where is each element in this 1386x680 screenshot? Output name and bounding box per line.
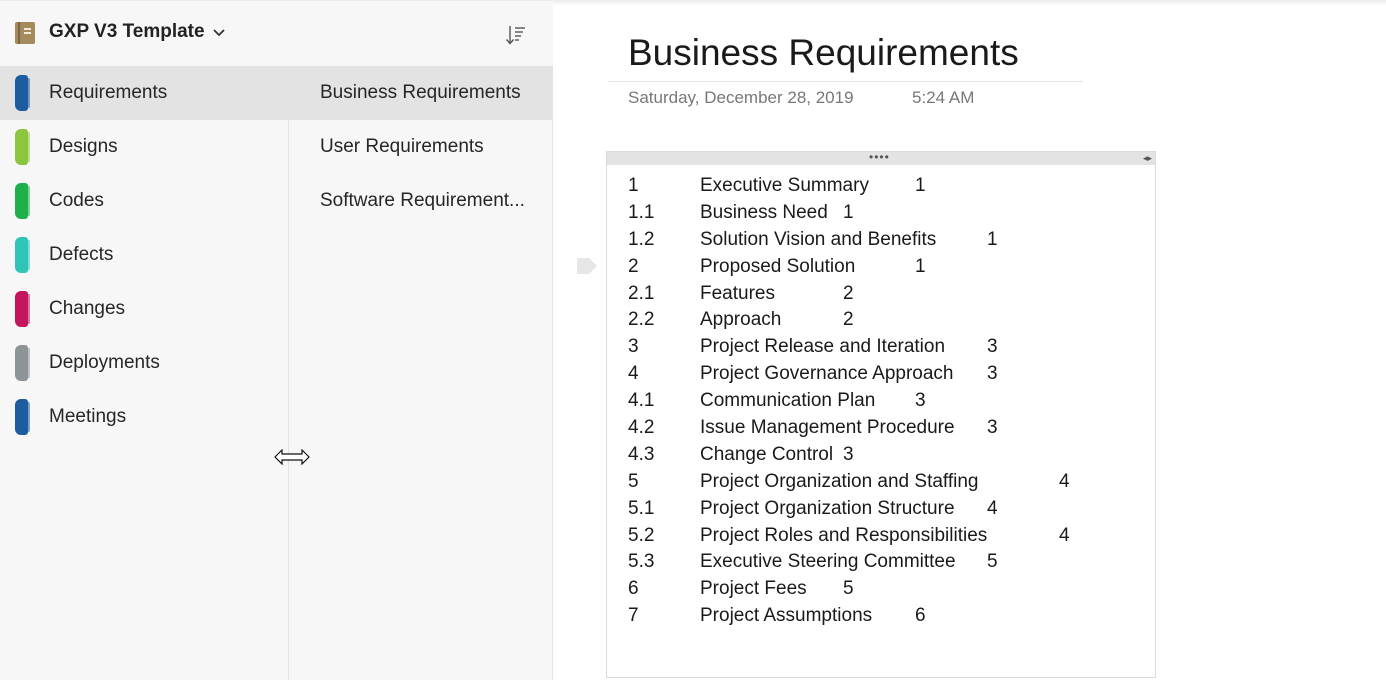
paragraph-handle-icon[interactable] bbox=[576, 257, 598, 275]
toc-page: 6 bbox=[915, 605, 926, 627]
toc-page: 1 bbox=[987, 228, 998, 250]
toc-number: 5.3 bbox=[628, 551, 655, 573]
toc-title: Executive Steering Committee bbox=[700, 551, 956, 573]
section-tab-icon bbox=[15, 345, 30, 381]
chevron-down-icon[interactable] bbox=[211, 25, 227, 41]
section-item-deployments[interactable]: Deployments bbox=[0, 336, 289, 390]
section-tab-icon bbox=[15, 183, 30, 219]
sort-icon[interactable] bbox=[503, 23, 527, 47]
toc-number: 6 bbox=[628, 578, 639, 600]
page-title[interactable]: Business Requirements bbox=[628, 32, 1019, 74]
toc-number: 5 bbox=[628, 470, 639, 492]
toc-number: 5.1 bbox=[628, 497, 655, 519]
toc-page: 3 bbox=[987, 336, 998, 358]
toc-number: 3 bbox=[628, 336, 639, 358]
notebook-icon[interactable] bbox=[15, 22, 35, 44]
toc-page: 3 bbox=[987, 417, 998, 439]
page-list: Business Requirements User Requirements … bbox=[289, 66, 553, 228]
resize-cursor-icon bbox=[274, 449, 310, 465]
toc-page: 5 bbox=[987, 551, 998, 573]
section-tab-icon bbox=[15, 399, 30, 435]
section-label: Codes bbox=[49, 190, 104, 211]
toc-title: Proposed Solution bbox=[700, 255, 856, 277]
notebook-header: GXP V3 Template bbox=[0, 0, 553, 66]
toc-title: Communication Plan bbox=[700, 390, 876, 412]
toc-title: Issue Management Procedure bbox=[700, 417, 955, 439]
toc-title: Executive Summary bbox=[700, 175, 869, 196]
resize-arrows-icon[interactable]: ◂▸ bbox=[1143, 153, 1152, 164]
toc-page: 3 bbox=[915, 390, 926, 412]
toc-number: 5.2 bbox=[628, 524, 655, 546]
toc-number: 4.3 bbox=[628, 443, 655, 465]
toc-title: Solution Vision and Benefits bbox=[700, 228, 937, 250]
toc-number: 1 bbox=[628, 175, 639, 196]
section-tab-icon bbox=[15, 237, 30, 273]
toc-title: Business Need bbox=[700, 201, 828, 223]
section-tab-icon bbox=[15, 129, 30, 165]
section-list: Requirements Designs Codes Defects Chang… bbox=[0, 66, 289, 444]
toc-page: 3 bbox=[843, 443, 854, 465]
section-item-defects[interactable]: Defects bbox=[0, 228, 289, 282]
toc-title: Project Organization and Staffing bbox=[700, 470, 979, 492]
toc-number: 7 bbox=[628, 605, 639, 627]
section-label: Defects bbox=[49, 244, 114, 265]
toc-page: 5 bbox=[843, 578, 854, 600]
toc-number: 4.2 bbox=[628, 417, 655, 439]
toc-title: Features bbox=[700, 282, 775, 304]
toc-page: 1 bbox=[843, 201, 854, 223]
section-label: Changes bbox=[49, 298, 126, 319]
section-label: Deployments bbox=[49, 352, 160, 373]
toc-number: 1.2 bbox=[628, 228, 655, 250]
toc-title: Approach bbox=[700, 309, 782, 331]
notebook-title[interactable]: GXP V3 Template bbox=[49, 21, 205, 43]
section-label: Designs bbox=[49, 136, 118, 157]
section-item-changes[interactable]: Changes bbox=[0, 282, 289, 336]
toc-page: 3 bbox=[987, 363, 998, 385]
toc-page: 4 bbox=[987, 497, 998, 519]
toc-page: 1 bbox=[915, 175, 926, 196]
toc-title: Project Organization Structure bbox=[700, 497, 955, 519]
toc-title: Project Assumptions bbox=[700, 605, 873, 627]
toc-page: 4 bbox=[1059, 470, 1070, 492]
page-item-business-requirements[interactable]: Business Requirements bbox=[289, 66, 553, 120]
note-container[interactable]: •••• ◂▸ 1 Executive Summary 1 1.1 Business … bbox=[606, 150, 1156, 678]
toc-title: Change Control bbox=[700, 443, 834, 465]
section-item-codes[interactable]: Codes bbox=[0, 174, 289, 228]
section-tab-icon bbox=[15, 291, 30, 327]
page-item-user-requirements[interactable]: User Requirements bbox=[289, 120, 553, 174]
canvas-top-edge bbox=[553, 0, 1386, 6]
section-item-meetings[interactable]: Meetings bbox=[0, 390, 289, 444]
toc-number: 1.1 bbox=[628, 201, 655, 223]
toc-page: 1 bbox=[915, 255, 926, 277]
toc-page: 4 bbox=[1059, 524, 1070, 546]
page-item-software-requirements[interactable]: Software Requirement... bbox=[289, 174, 553, 228]
section-label: Requirements bbox=[49, 82, 168, 103]
toc-number: 2 bbox=[628, 255, 639, 277]
toc-title: Project Roles and Responsibilities bbox=[700, 524, 988, 546]
toc-title: Project Fees bbox=[700, 578, 807, 600]
toc-title: Project Governance Approach bbox=[700, 363, 954, 385]
container-drag-bar[interactable]: •••• ◂▸ bbox=[607, 150, 1155, 165]
page-time: 5:24 AM bbox=[912, 88, 975, 107]
title-divider bbox=[608, 81, 1083, 82]
section-tab-icon bbox=[15, 75, 30, 111]
section-item-designs[interactable]: Designs bbox=[0, 120, 289, 174]
toc-page: 2 bbox=[843, 309, 854, 331]
section-label: Meetings bbox=[49, 406, 127, 427]
drag-handle-icon[interactable]: •••• bbox=[869, 150, 890, 164]
page-date: Saturday, December 28, 2019 bbox=[628, 88, 854, 107]
toc-number: 2.2 bbox=[628, 309, 655, 331]
toc-number: 2.1 bbox=[628, 282, 655, 304]
section-item-requirements[interactable]: Requirements bbox=[0, 66, 289, 120]
toc-number: 4.1 bbox=[628, 390, 655, 412]
toc-page: 2 bbox=[843, 282, 854, 304]
toc-number: 4 bbox=[628, 363, 639, 385]
toc-title: Project Release and Iteration bbox=[700, 336, 946, 358]
